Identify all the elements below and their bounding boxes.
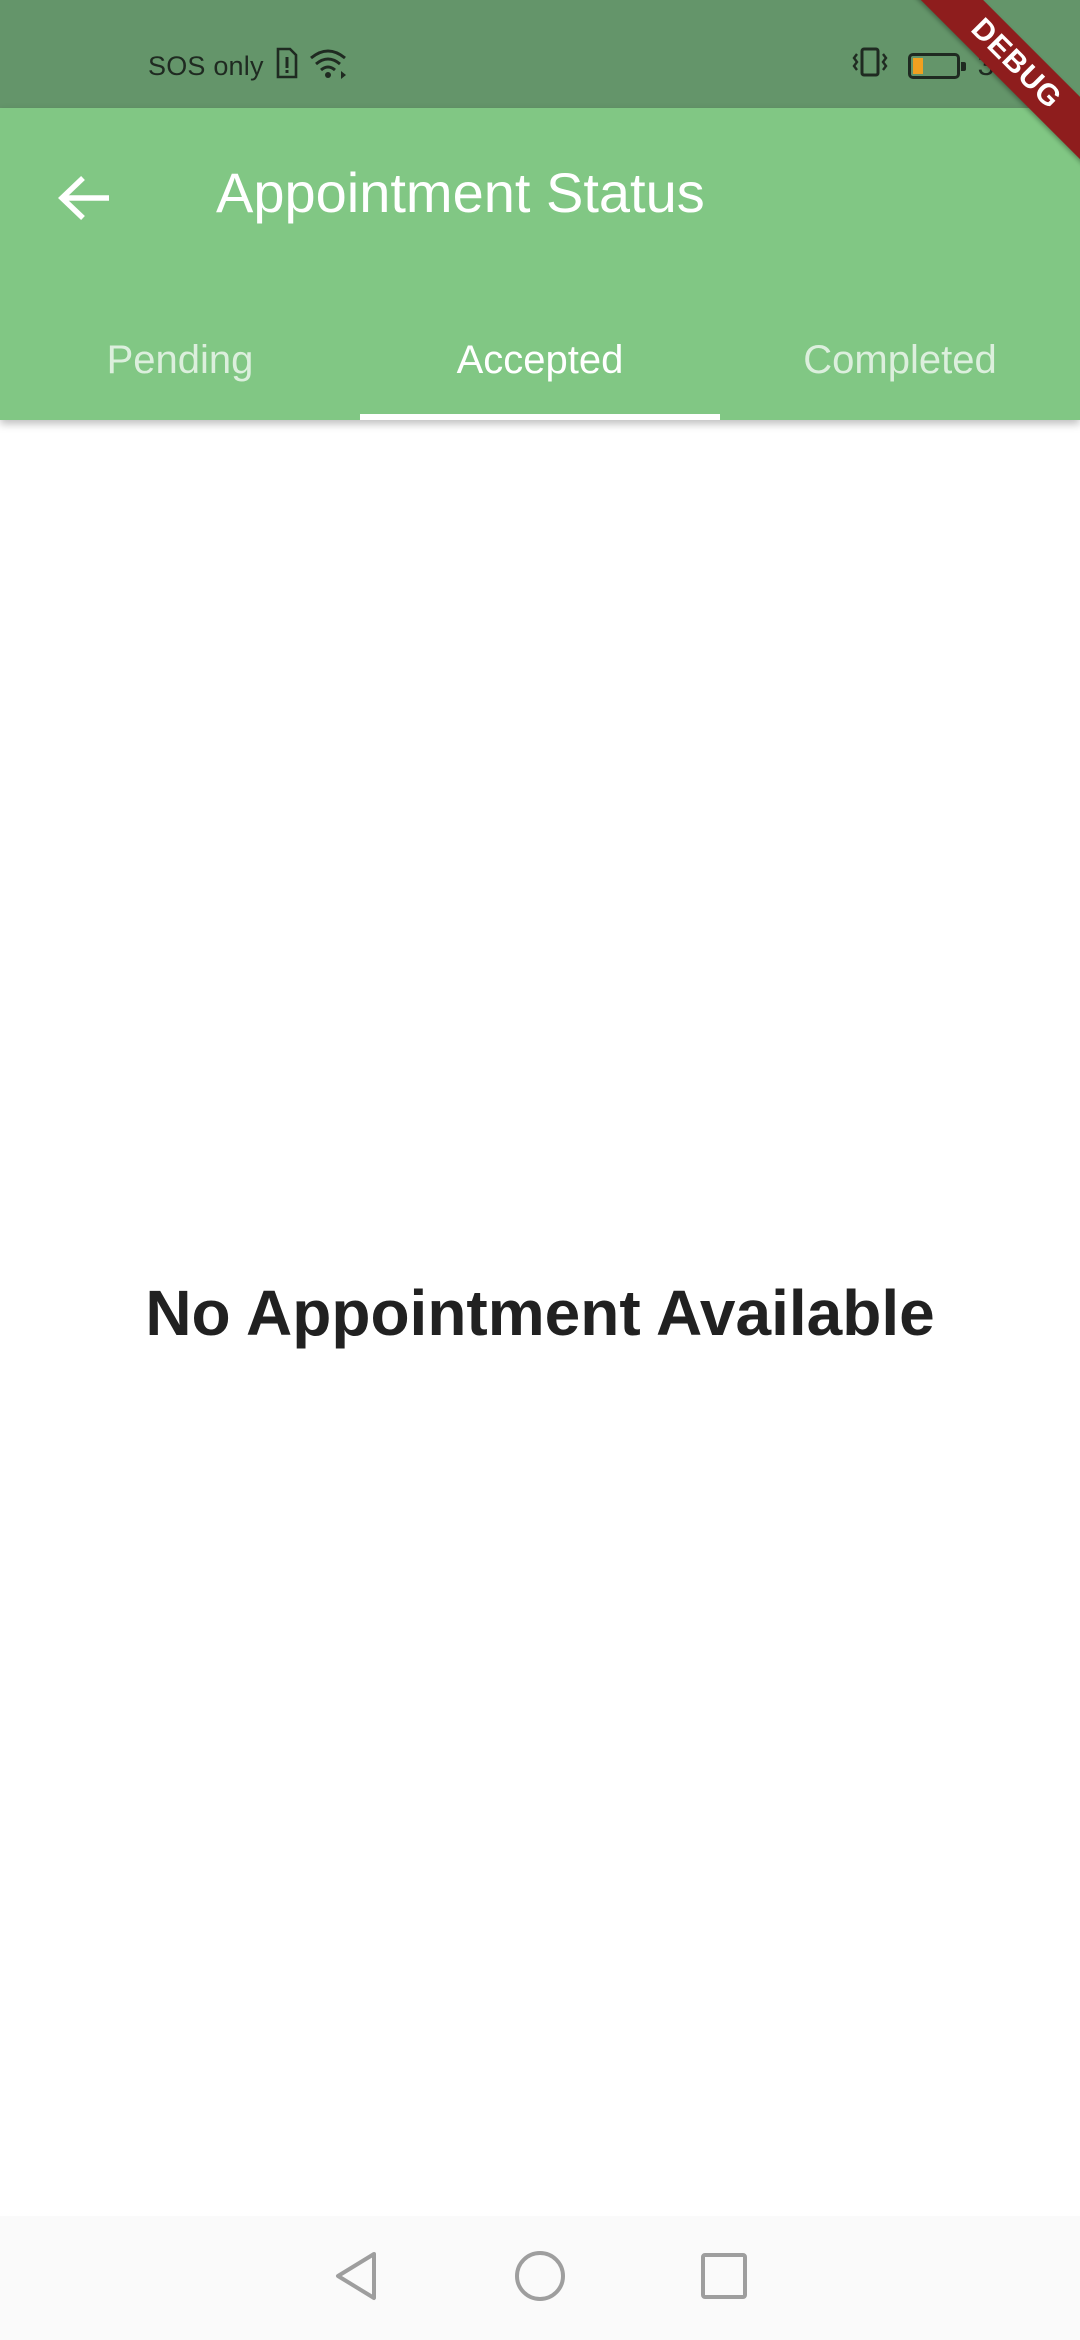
system-nav-bar (0, 2216, 1080, 2340)
status-bar: SOS only (0, 0, 1080, 108)
page-title: Appointment Status (216, 161, 705, 224)
vibrate-icon (850, 46, 890, 86)
tab-label: Completed (803, 337, 997, 382)
back-button[interactable] (48, 164, 120, 236)
tab-bar: Pending Accepted Completed (0, 300, 1080, 420)
battery-low-icon (907, 53, 966, 79)
tab-content: No Appointment Available (0, 420, 1080, 2216)
tab-label: Accepted (456, 337, 624, 382)
nav-home-button[interactable] (508, 2246, 572, 2310)
arrow-back-icon (57, 174, 111, 227)
tab-accepted[interactable]: Accepted (360, 300, 720, 420)
wifi-icon (308, 47, 348, 86)
nav-home-circle-icon (513, 2249, 567, 2308)
nav-back-triangle-icon (332, 2250, 380, 2307)
status-left: SOS only (148, 46, 348, 86)
nav-recents-button[interactable] (692, 2246, 756, 2310)
sim-alert-icon (274, 47, 298, 86)
carrier-text: SOS only (148, 50, 264, 81)
app-bar: Appointment Status Pending Accepted Comp… (0, 108, 1080, 420)
tab-pending[interactable]: Pending (0, 300, 360, 420)
tab-indicator (360, 414, 720, 420)
nav-back-button[interactable] (324, 2246, 388, 2310)
tab-completed[interactable]: Completed (720, 300, 1080, 420)
battery-level (912, 58, 923, 74)
empty-state-message: No Appointment Available (145, 1277, 935, 1349)
tab-label: Pending (106, 337, 254, 382)
nav-recents-square-icon (699, 2251, 749, 2306)
